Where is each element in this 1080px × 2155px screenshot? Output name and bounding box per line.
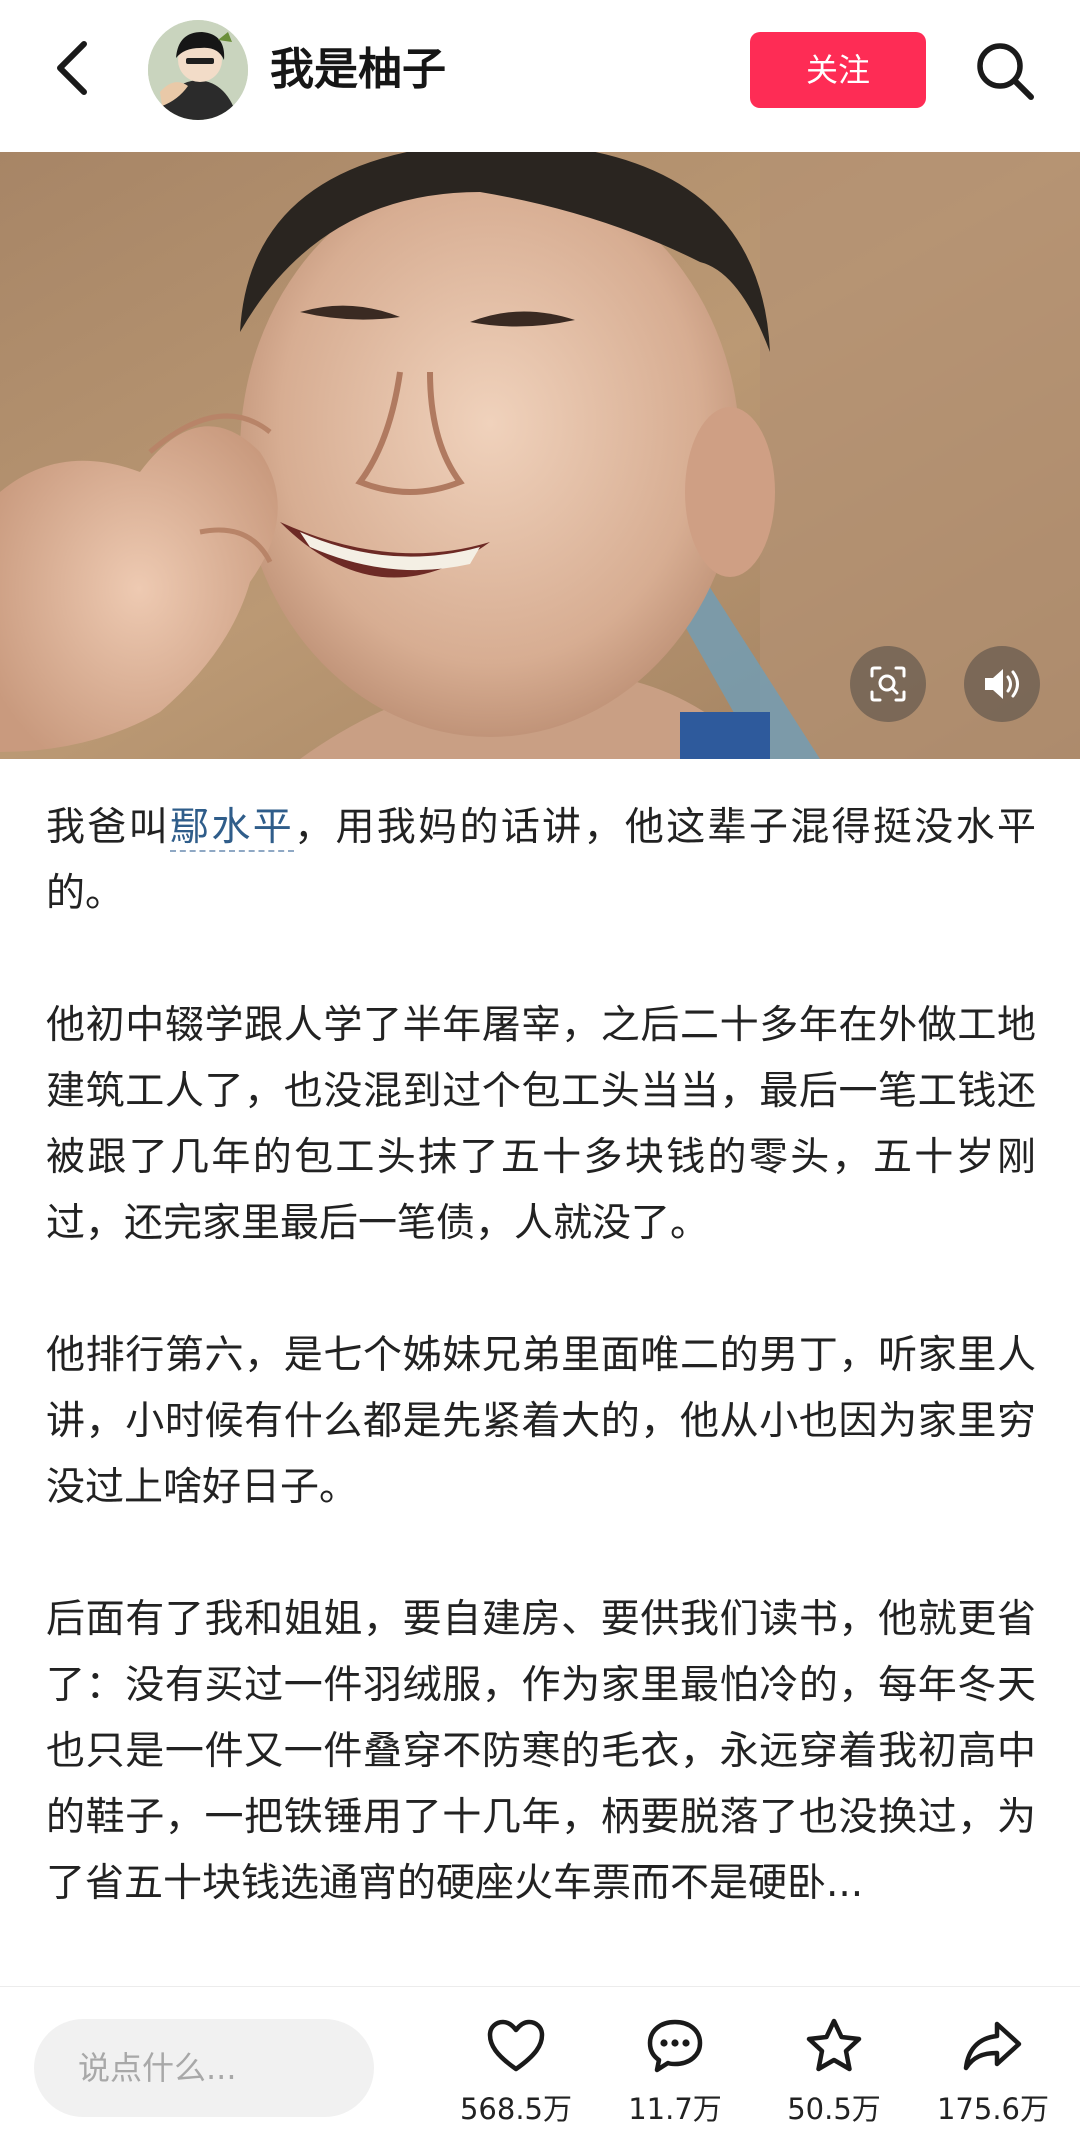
like-button[interactable]: 568.5万 xyxy=(441,2009,591,2139)
share-count: 175.6万 xyxy=(936,2092,1050,2126)
star-icon xyxy=(806,2018,862,2072)
follow-button[interactable]: 关注 xyxy=(750,32,926,108)
image-search-icon xyxy=(870,666,906,702)
like-count: 568.5万 xyxy=(459,2092,573,2126)
paragraph-4[interactable]: 后面有了我和姐姐，要自建房、要供我们读书，他就更省了：没有买过一件羽绒服，作为家… xyxy=(46,1587,1036,1917)
comment-icon xyxy=(647,2019,703,2073)
paragraph-1: 我爸叫鄢水平，用我妈的话讲，他这辈子混得挺没水平的。 xyxy=(46,805,1036,916)
favorite-count: 50.5万 xyxy=(787,2092,881,2126)
back-button[interactable] xyxy=(40,36,104,100)
favorite-button[interactable]: 50.5万 xyxy=(759,2009,909,2139)
top-bar: 我是柚子 关注 xyxy=(0,0,1080,152)
paragraph-3: 他排行第六，是七个姊妹兄弟里面唯二的男丁，听家里人讲，小时候有什么都是先紧着大的… xyxy=(46,1333,1036,1510)
avatar[interactable] xyxy=(148,20,248,120)
heart-icon xyxy=(487,2019,545,2072)
author-name[interactable]: 我是柚子 xyxy=(270,40,446,100)
search-button[interactable] xyxy=(970,36,1040,106)
share-icon xyxy=(963,2021,1022,2071)
paragraph-2: 他初中辍学跟人学了半年屠宰，之后二十多年在外做工地建筑工人了，也没混到过个包工头… xyxy=(46,1003,1036,1246)
avatar-image xyxy=(148,20,248,120)
comment-button[interactable]: 11.7万 xyxy=(600,2009,750,2139)
comment-input[interactable] xyxy=(34,2019,374,2117)
search-icon xyxy=(977,43,1034,100)
image-search-button[interactable] xyxy=(850,646,926,722)
person-name-link[interactable]: 鄢水平 xyxy=(170,805,295,852)
comment-count: 11.7万 xyxy=(628,2092,722,2126)
bottom-action-bar: 568.5万 11.7万 50.5万 175.6万 xyxy=(0,1986,1080,2155)
back-icon xyxy=(57,41,87,95)
post-photo[interactable] xyxy=(0,152,1080,759)
post-text: 我爸叫鄢水平，用我妈的话讲，他这辈子混得挺没水平的。 他初中辍学跟人学了半年屠宰… xyxy=(46,795,1036,1917)
share-button[interactable]: 175.6万 xyxy=(918,2009,1068,2139)
volume-icon xyxy=(985,669,1019,699)
volume-button[interactable] xyxy=(964,646,1040,722)
